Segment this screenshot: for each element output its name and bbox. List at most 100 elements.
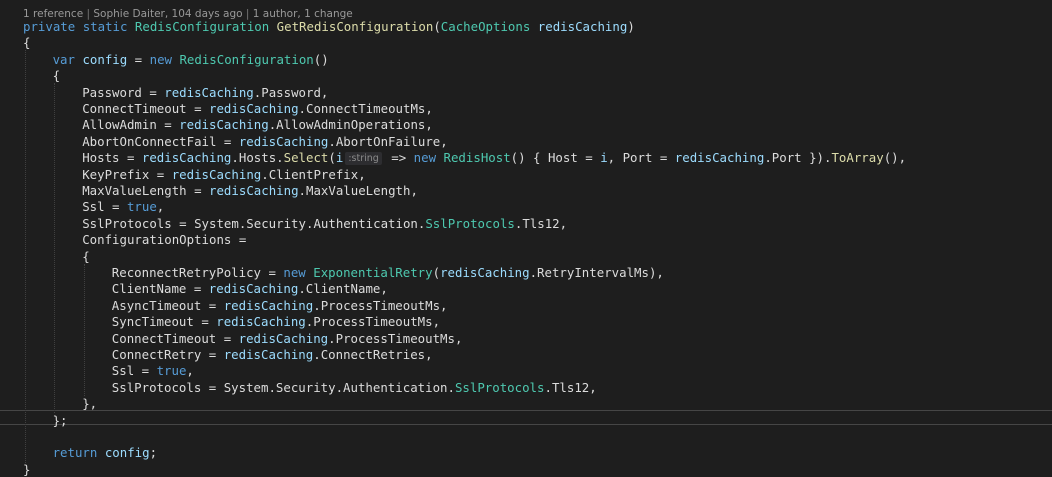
code-token: redisCaching (141, 150, 232, 166)
code-token: { (52, 68, 61, 84)
code-token: (), (883, 150, 907, 166)
code-token: new (149, 51, 172, 67)
code-token: redisCaching (164, 84, 254, 100)
code-token: { (82, 248, 90, 264)
code-token: { (23, 35, 31, 51)
code-token: SslProtocols = System.Security.Authentic… (82, 215, 426, 231)
code-token: redisCaching (537, 19, 628, 34)
code-line[interactable]: { (53, 68, 60, 84)
code-token: AsyncTimeout = (111, 297, 224, 313)
code-token: redisCaching (179, 117, 269, 133)
code-token: .ClientName, (298, 281, 388, 297)
code-token: .Tls12, (514, 215, 568, 231)
code-token: () (313, 51, 329, 67)
code-token: => (383, 150, 414, 166)
code-token: KeyPrefix = (82, 166, 172, 182)
code-token: i (335, 150, 344, 166)
code-line[interactable]: SslProtocols = System.Security.Authentic… (112, 380, 597, 396)
code-token: RedisConfiguration (179, 51, 314, 67)
code-line[interactable]: Password = redisCaching.Password, (82, 85, 328, 101)
code-line[interactable]: { (23, 35, 30, 51)
code-line[interactable]: }; (53, 413, 68, 429)
code-token: , (186, 363, 194, 379)
code-token: .RetryIntervalMs), (529, 265, 664, 280)
code-token: .AbortOnFailure, (328, 133, 448, 149)
code-token: return (52, 445, 98, 461)
code-token: GetRedisConfiguration (276, 19, 434, 34)
code-line[interactable]: MaxValueLength = redisCaching.MaxValueLe… (82, 183, 418, 199)
code-token: redisCaching (223, 297, 314, 313)
code-line[interactable]: return config; (53, 445, 157, 461)
code-line[interactable]: KeyPrefix = redisCaching.ClientPrefix, (82, 167, 366, 183)
code-token: .ConnectRetries, (313, 347, 433, 362)
code-token: () { Host = (510, 150, 601, 166)
code-token: Hosts = (82, 150, 142, 166)
code-line[interactable]: SslProtocols = System.Security.Authentic… (82, 216, 567, 232)
code-token: SslProtocols = System.Security.Authentic… (111, 379, 455, 395)
code-line[interactable]: }, (82, 396, 97, 412)
code-line[interactable]: ConfigurationOptions = (82, 232, 246, 248)
code-token: , Port = (607, 150, 675, 166)
code-line[interactable]: var config = new RedisConfiguration() (53, 52, 329, 68)
code-line[interactable]: ClientName = redisCaching.ClientName, (112, 281, 388, 297)
code-line[interactable]: ConnectTimeout = redisCaching.ProcessTim… (112, 331, 463, 347)
code-token: RedisHost (443, 150, 511, 166)
code-token: MaxValueLength = (82, 183, 210, 198)
code-token: ( (328, 150, 336, 166)
code-token: .ProcessTimeoutMs, (328, 330, 463, 346)
code-line[interactable]: Hosts = redisCaching.Hosts.Select(i:stri… (82, 150, 906, 166)
code-line[interactable]: AsyncTimeout = redisCaching.ProcessTimeo… (112, 298, 448, 314)
code-line[interactable]: SyncTimeout = redisCaching.ProcessTimeou… (112, 314, 440, 330)
code-line[interactable]: AbortOnConnectFail = redisCaching.AbortO… (82, 134, 448, 150)
code-token: true (156, 363, 187, 379)
code-token: redisCaching (216, 314, 306, 330)
code-token: CacheOptions (440, 19, 531, 34)
code-token: redisCaching (208, 281, 299, 297)
code-token: ConfigurationOptions = (82, 232, 247, 248)
code-token: ; (149, 445, 158, 461)
code-line[interactable]: ConnectTimeout = redisCaching.ConnectTim… (82, 101, 433, 117)
code-token: .Hosts. (231, 150, 284, 166)
code-token: redisCaching (223, 347, 314, 362)
code-token: ) (627, 19, 635, 34)
code-token: .MaxValueLength, (298, 183, 418, 198)
code-token: }; (52, 412, 68, 428)
code-token: } (23, 461, 31, 477)
code-token: .ConnectTimeoutMs, (298, 101, 433, 116)
code-line[interactable]: private static RedisConfiguration GetRed… (23, 19, 635, 35)
code-token: RedisConfiguration (134, 19, 270, 34)
code-token: redisCaching (238, 133, 329, 149)
inlay-type-hint: :string (345, 152, 382, 166)
code-line[interactable]: AllowAdmin = redisCaching.AllowAdminOper… (82, 117, 433, 133)
code-token: ( (433, 19, 441, 34)
code-line[interactable]: } (23, 462, 30, 477)
code-token: = (127, 51, 150, 67)
code-line[interactable]: ReconnectRetryPolicy = new ExponentialRe… (112, 265, 664, 281)
code-line[interactable]: Ssl = true, (112, 363, 194, 379)
code-token: .AllowAdminOperations, (268, 117, 433, 133)
code-token: Ssl = (111, 363, 157, 379)
code-line[interactable]: { (82, 249, 89, 265)
code-editor[interactable]: 1 reference | Sophie Daiter, 104 days ag… (0, 0, 1052, 477)
code-token: true (126, 199, 157, 215)
code-token: ConnectTimeout = (82, 101, 210, 116)
code-line[interactable]: Ssl = true, (82, 199, 164, 215)
code-token: new (283, 265, 306, 280)
code-token: new (413, 150, 437, 166)
code-line[interactable]: ConnectRetry = redisCaching.ConnectRetri… (112, 347, 433, 363)
code-token: SslProtocols (454, 379, 545, 395)
code-token: redisCaching (209, 101, 299, 116)
code-area[interactable]: private static RedisConfiguration GetRed… (0, 0, 1052, 477)
code-token: .ProcessTimeoutMs, (305, 314, 441, 330)
code-token: ExponentialRetry (313, 265, 433, 280)
code-token: }, (82, 396, 98, 412)
code-token: private (23, 19, 76, 34)
code-token: SyncTimeout = (111, 314, 217, 330)
code-token: redisCaching (674, 150, 765, 166)
code-token: AbortOnConnectFail = (82, 133, 239, 149)
code-token: , (156, 199, 165, 215)
